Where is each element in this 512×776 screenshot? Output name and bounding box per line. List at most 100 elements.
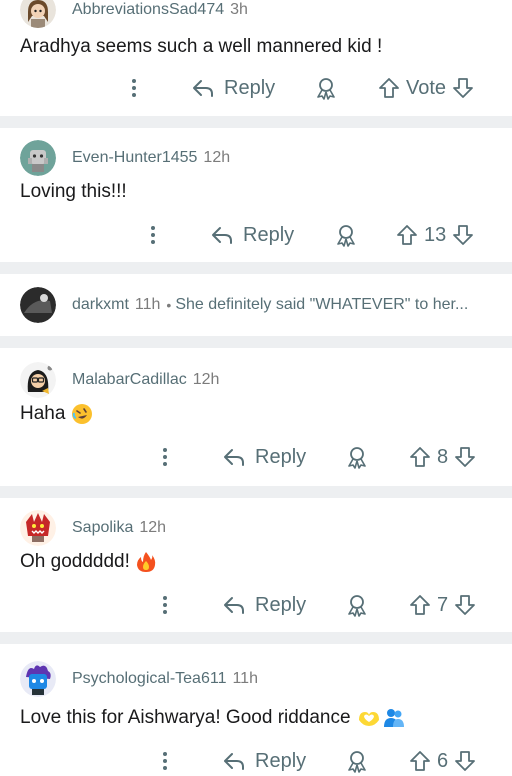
vote-controls: 8 xyxy=(409,442,476,472)
timestamp: 3h xyxy=(230,1,248,18)
people-hugging-emoji-icon xyxy=(383,707,405,729)
reply-label: Reply xyxy=(255,445,307,468)
upvote-icon[interactable] xyxy=(409,594,431,616)
comment: MalabarCadillac 12h Haha Reply 8 xyxy=(0,348,512,486)
reply-button[interactable]: Reply xyxy=(223,590,306,620)
avatar[interactable] xyxy=(20,661,56,697)
username[interactable]: MalabarCadillac xyxy=(72,371,187,389)
username[interactable]: AbbreviationsSad474 xyxy=(72,1,224,19)
comment-actions: Reply 8 xyxy=(0,442,512,472)
vote-controls: 7 xyxy=(409,590,476,620)
avatar[interactable] xyxy=(20,362,56,398)
upvote-icon[interactable] xyxy=(396,224,418,246)
more-vertical-icon xyxy=(163,596,167,614)
downvote-icon[interactable] xyxy=(454,750,476,772)
comment-header: AbbreviationsSad474 3h xyxy=(20,0,248,28)
reply-arrow-icon xyxy=(193,80,213,97)
reply-button[interactable]: Reply xyxy=(211,220,294,250)
comment-text: Love this for Aishwarya! Good riddance xyxy=(20,707,351,728)
downvote-icon[interactable] xyxy=(452,224,474,246)
reply-label: Reply xyxy=(224,76,276,99)
comment-separator xyxy=(0,116,512,128)
upvote-icon[interactable] xyxy=(378,77,400,99)
more-vertical-icon xyxy=(151,226,155,244)
downvote-icon[interactable] xyxy=(454,594,476,616)
vote-controls: Vote xyxy=(378,73,474,103)
comment-header: darkxmt 11h • She definitely said "WHATE… xyxy=(20,287,468,323)
more-vertical-icon xyxy=(132,79,136,97)
comment-header: Psychological-Tea611 11h xyxy=(20,661,258,697)
vote-score: 6 xyxy=(437,749,449,772)
timestamp: 12h xyxy=(203,149,231,166)
more-options-button[interactable] xyxy=(124,73,144,103)
comment-body: Oh goddddd! xyxy=(20,551,156,573)
more-vertical-icon xyxy=(163,752,167,770)
vote-score: 13 xyxy=(424,223,447,246)
avatar[interactable] xyxy=(20,0,56,28)
vote-score: 8 xyxy=(437,445,449,468)
comment: Psychological-Tea611 11h Love this for A… xyxy=(0,644,512,773)
comment-text: Haha xyxy=(20,403,66,424)
reply-arrow-icon xyxy=(224,449,244,466)
comment: AbbreviationsSad474 3h Aradhya seems suc… xyxy=(0,0,512,116)
reply-label: Reply xyxy=(255,749,307,772)
comment-text: Loving this!!! xyxy=(20,181,127,202)
timestamp: 11h xyxy=(232,670,258,687)
award-button[interactable] xyxy=(314,73,338,103)
timestamp: 12h xyxy=(192,371,220,388)
avatar[interactable] xyxy=(20,140,56,176)
username[interactable]: Psychological-Tea611 xyxy=(72,670,226,688)
meta-separator-dot: • xyxy=(166,297,172,313)
comment: Even-Hunter1455 12h Loving this!!! Reply… xyxy=(0,128,512,262)
comment-text: Aradhya seems such a well mannered kid ! xyxy=(20,36,383,57)
username[interactable]: Sapolika xyxy=(72,519,133,537)
award-button[interactable] xyxy=(334,220,358,250)
reply-button[interactable]: Reply xyxy=(223,442,306,472)
comment-header: Sapolika 12h xyxy=(20,510,166,546)
reply-label: Reply xyxy=(243,223,295,246)
comment-actions: Reply Vote xyxy=(0,73,512,103)
username[interactable]: Even-Hunter1455 xyxy=(72,149,197,167)
heart-hands-emoji-icon xyxy=(357,708,381,728)
more-options-button[interactable] xyxy=(155,442,175,472)
downvote-icon[interactable] xyxy=(452,77,474,99)
comment-body: Haha xyxy=(20,403,93,425)
avatar[interactable] xyxy=(20,287,56,323)
comment-body: Love this for Aishwarya! Good riddance xyxy=(20,707,405,729)
comment-separator xyxy=(0,262,512,274)
award-icon xyxy=(348,751,366,773)
comment-separator xyxy=(0,632,512,644)
comment-feed: AbbreviationsSad474 3h Aradhya seems suc… xyxy=(0,0,512,773)
comment-separator xyxy=(0,336,512,348)
vote-controls: 13 xyxy=(396,220,474,250)
more-vertical-icon xyxy=(163,448,167,466)
reply-label: Reply xyxy=(255,593,307,616)
comment-actions: Reply 7 xyxy=(0,590,512,620)
comment-snippet: She definitely said "WHATEVER" to her... xyxy=(175,296,469,313)
award-icon xyxy=(337,225,355,247)
more-options-button[interactable] xyxy=(143,220,163,250)
username[interactable]: darkxmt xyxy=(72,296,129,314)
fire-emoji-icon xyxy=(136,551,156,573)
comment: Sapolika 12h Oh goddddd! Reply 7 xyxy=(0,498,512,632)
comment-collapsed[interactable]: darkxmt 11h • She definitely said "WHATE… xyxy=(0,274,512,336)
reply-button[interactable]: Reply xyxy=(192,73,275,103)
award-button[interactable] xyxy=(345,590,369,620)
avatar[interactable] xyxy=(20,510,56,546)
award-icon xyxy=(317,78,335,100)
upvote-icon[interactable] xyxy=(409,446,431,468)
downvote-icon[interactable] xyxy=(454,446,476,468)
comment-separator xyxy=(0,486,512,498)
award-button[interactable] xyxy=(345,442,369,472)
award-icon xyxy=(348,447,366,469)
upvote-icon[interactable] xyxy=(409,750,431,772)
vote-score: 7 xyxy=(437,593,449,616)
more-options-button[interactable] xyxy=(155,590,175,620)
comment-actions: Reply 13 xyxy=(0,220,512,250)
reply-arrow-icon xyxy=(224,753,244,770)
comment-header: Even-Hunter1455 12h xyxy=(20,140,230,176)
comment-text: Oh goddddd! xyxy=(20,551,130,572)
vote-score: Vote xyxy=(406,76,447,99)
award-icon xyxy=(348,595,366,617)
timestamp: 11h xyxy=(134,296,161,313)
